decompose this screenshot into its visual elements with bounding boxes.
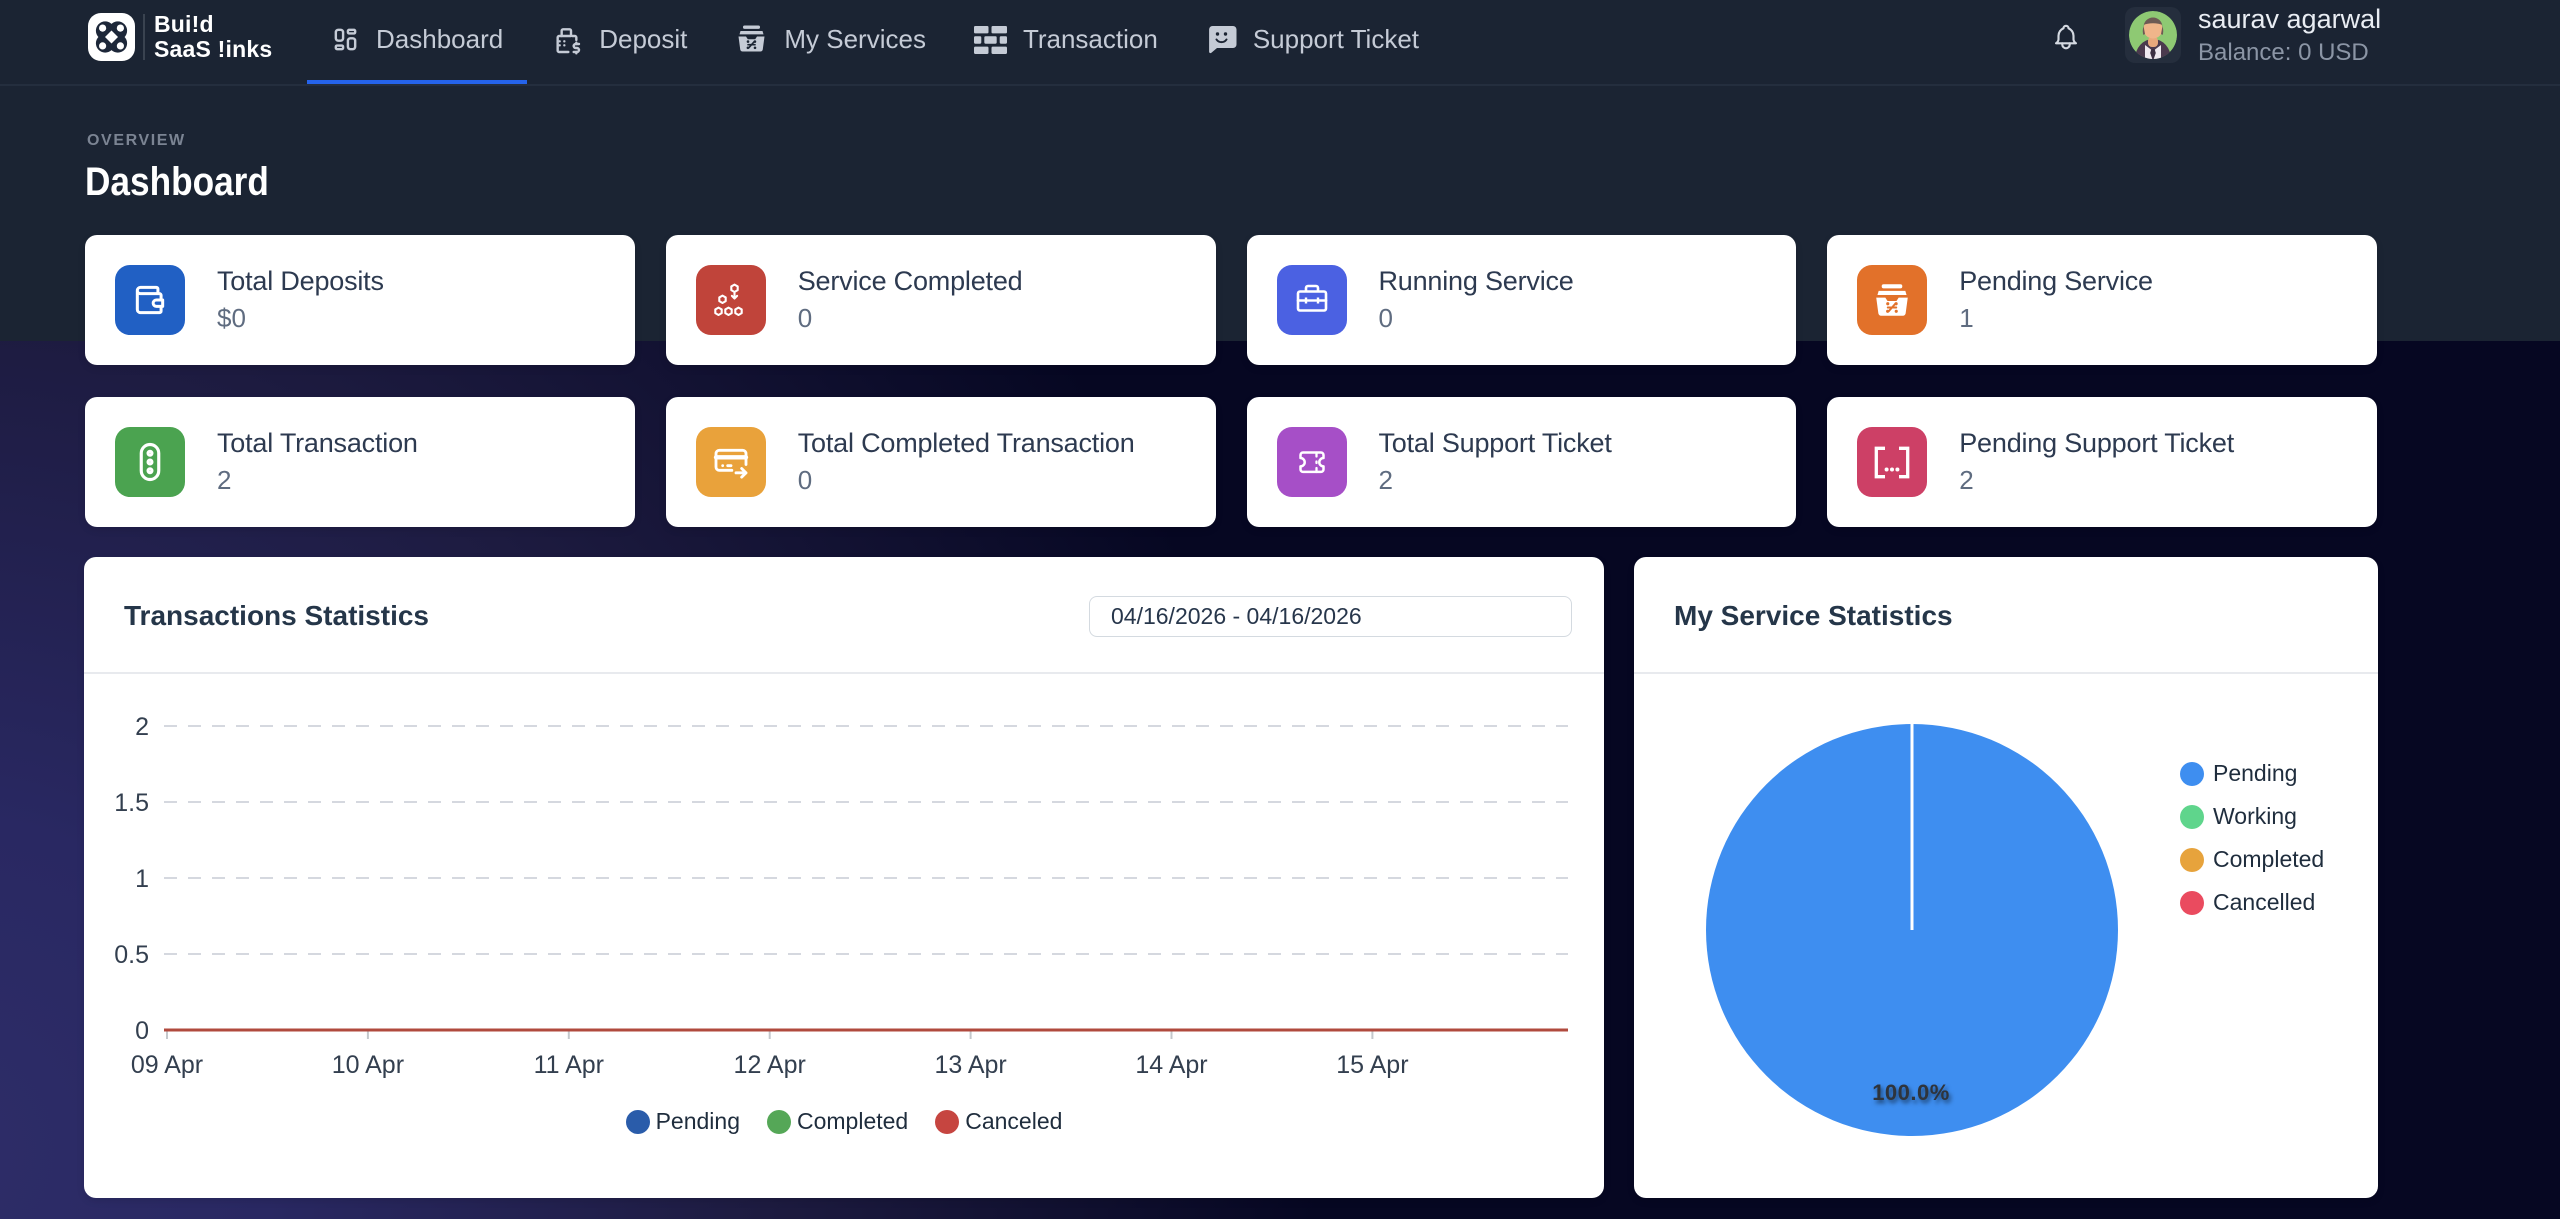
svg-text:09 Apr: 09 Apr — [131, 1051, 203, 1079]
svg-text:0: 0 — [135, 1017, 149, 1045]
svg-text:12 Apr: 12 Apr — [734, 1051, 806, 1079]
svg-text:0.5: 0.5 — [114, 941, 149, 969]
svg-text:15 Apr: 15 Apr — [1336, 1051, 1408, 1079]
svg-text:14 Apr: 14 Apr — [1135, 1051, 1207, 1079]
svg-text:11 Apr: 11 Apr — [534, 1051, 604, 1079]
svg-text:2: 2 — [135, 713, 149, 741]
svg-text:13 Apr: 13 Apr — [934, 1051, 1006, 1079]
svg-text:1: 1 — [135, 865, 149, 893]
svg-text:1.5: 1.5 — [114, 789, 149, 817]
svg-text:10 Apr: 10 Apr — [332, 1051, 404, 1079]
